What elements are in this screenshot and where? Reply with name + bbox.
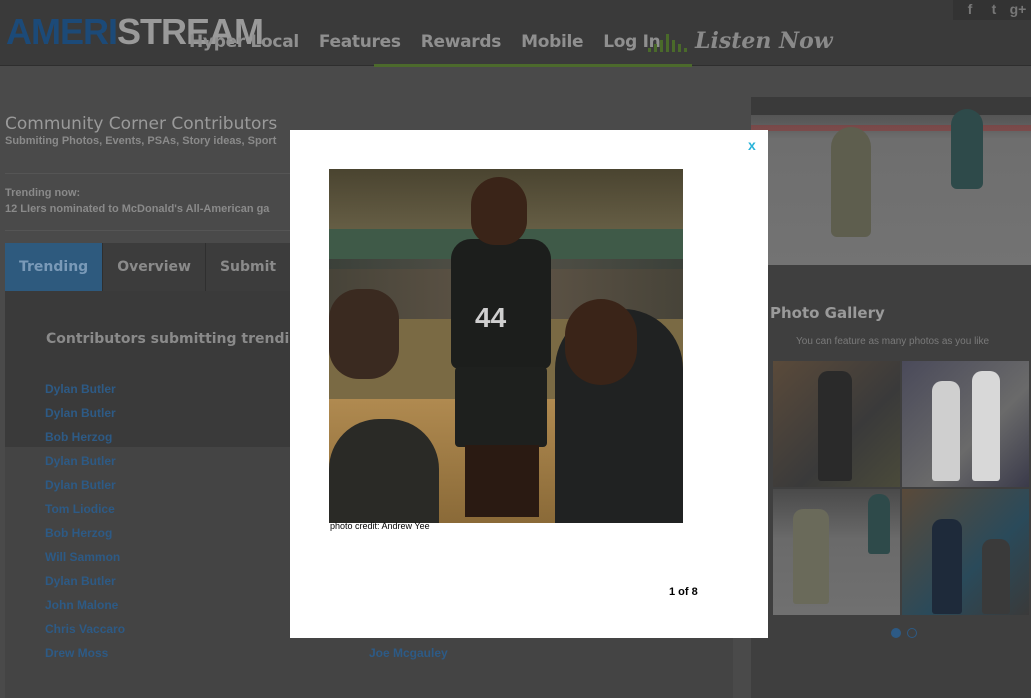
- gallery-pagination: [891, 628, 917, 638]
- nav-active-underline: [374, 64, 692, 67]
- photo-counter: 1 of 8: [669, 586, 698, 598]
- gallery-title: Photo Gallery: [770, 304, 885, 322]
- image-board: [751, 125, 1031, 131]
- photo-head: [471, 177, 527, 245]
- facebook-icon[interactable]: f: [961, 0, 979, 18]
- photo-teammate: [329, 419, 439, 523]
- tab-bar: Trending Overview Submit V: [5, 243, 290, 291]
- photo-coach-head: [565, 299, 637, 385]
- logo-part-1: AMERI: [6, 11, 118, 52]
- twitter-icon[interactable]: t: [985, 0, 1003, 18]
- image-player: [831, 127, 871, 237]
- thumb-figure: [932, 381, 960, 481]
- thumb-figure: [932, 519, 962, 614]
- contributor-link[interactable]: Bob Herzog: [45, 430, 125, 454]
- thumb-figure: [972, 371, 1000, 481]
- gallery-thumbnail[interactable]: [902, 361, 1029, 487]
- jersey-number: 44: [475, 302, 507, 333]
- gallery-subtitle: You can feature as many photos as you li…: [796, 336, 990, 347]
- gallery-thumbnail[interactable]: [773, 361, 900, 487]
- close-button[interactable]: x: [748, 137, 756, 153]
- photo-teammate: [329, 289, 399, 379]
- lightbox-photo[interactable]: 44: [329, 169, 683, 523]
- trending-headline[interactable]: 12 LIers nominated to McDonald's All-Ame…: [5, 203, 290, 215]
- photo-shorts: [455, 367, 547, 447]
- divider: [5, 230, 290, 231]
- social-links: f t g+: [953, 0, 1031, 20]
- tab-overview[interactable]: Overview: [103, 243, 206, 291]
- contributor-link[interactable]: Dylan Butler: [45, 454, 125, 478]
- nav-rewards[interactable]: Rewards: [421, 32, 502, 52]
- nav-hyper-local[interactable]: Hyper Local: [189, 32, 299, 52]
- thumb-figure: [793, 509, 829, 604]
- divider: [5, 173, 290, 174]
- contributor-link[interactable]: Chris Vaccaro: [45, 622, 125, 646]
- contributor-link[interactable]: Dylan Butler: [45, 574, 125, 598]
- page-subtitle: Submiting Photos, Events, PSAs, Story id…: [5, 135, 277, 147]
- page-title: Community Corner Contributors: [5, 114, 278, 134]
- contributors-list: Dylan Butler Dylan Butler Bob Herzog Dyl…: [45, 382, 125, 670]
- nav-features[interactable]: Features: [319, 32, 401, 52]
- google-plus-icon[interactable]: g+: [1009, 0, 1027, 18]
- contributor-link[interactable]: Dylan Butler: [45, 382, 125, 406]
- gallery-thumbnail[interactable]: [902, 489, 1029, 615]
- photo-legs: [465, 445, 539, 517]
- thumb-figure: [868, 494, 890, 554]
- photo-player: 44: [441, 177, 561, 517]
- trending-label: Trending now:: [5, 187, 81, 199]
- listen-now-label: Listen Now: [695, 28, 833, 54]
- page-dot-2[interactable]: [907, 628, 917, 638]
- site-header: AMERISTREAM Hyper Local Features Rewards…: [0, 0, 1031, 66]
- photo-credit: photo credit: Andrew Yee: [330, 521, 430, 531]
- thumb-figure: [818, 371, 852, 481]
- page-dot-1[interactable]: [891, 628, 901, 638]
- image-stands: [751, 97, 1031, 115]
- contributors-heading: Contributors submitting trending: [46, 331, 290, 347]
- thumb-figure: [982, 539, 1010, 614]
- image-player: [951, 109, 983, 189]
- featured-hockey-image[interactable]: [751, 97, 1031, 265]
- tab-submit[interactable]: Submit: [205, 243, 290, 291]
- gallery-thumbnail[interactable]: [773, 489, 900, 615]
- contributor-link[interactable]: Bob Herzog: [45, 526, 125, 550]
- contributor-link[interactable]: Tom Liodice: [45, 502, 125, 526]
- audio-bars-icon: [648, 30, 687, 52]
- contributor-link[interactable]: Joe Mcgauley: [369, 646, 448, 660]
- contributor-link[interactable]: Dylan Butler: [45, 406, 125, 430]
- contributor-link[interactable]: Will Sammon: [45, 550, 125, 574]
- contributor-link[interactable]: John Malone: [45, 598, 125, 622]
- listen-now-button[interactable]: Listen Now: [648, 28, 833, 54]
- contributor-link[interactable]: Dylan Butler: [45, 478, 125, 502]
- main-nav: Hyper Local Features Rewards Mobile Log …: [189, 32, 661, 52]
- tab-trending[interactable]: Trending: [5, 243, 104, 291]
- contributor-link[interactable]: Drew Moss: [45, 646, 125, 670]
- nav-mobile[interactable]: Mobile: [521, 32, 583, 52]
